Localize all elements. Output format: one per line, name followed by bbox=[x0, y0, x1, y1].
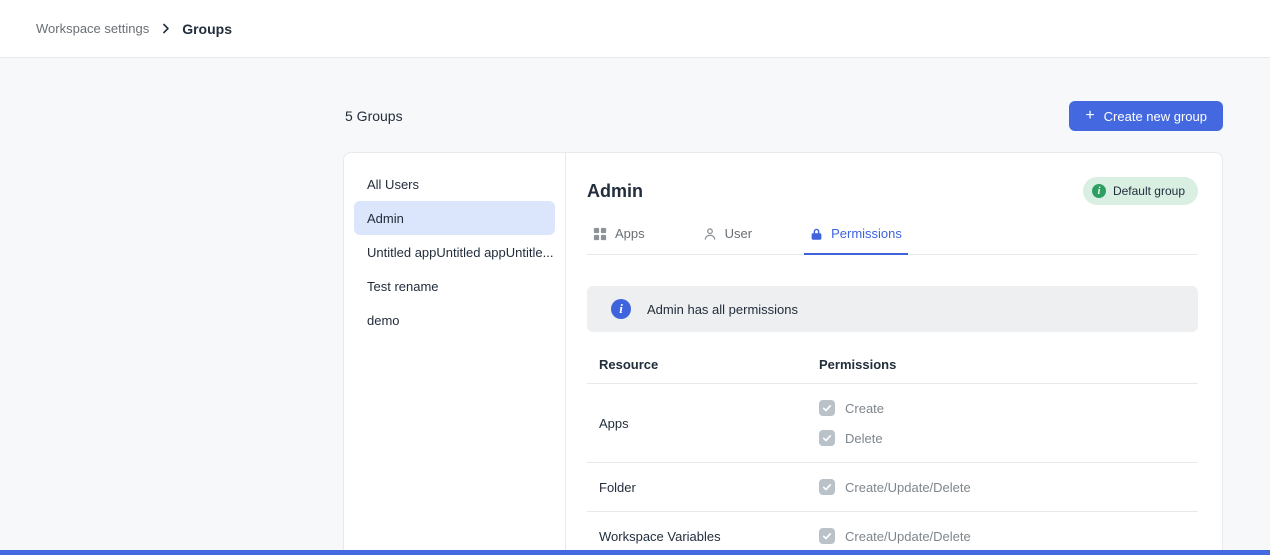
tab-permissions[interactable]: Permissions bbox=[804, 222, 908, 255]
permission-checkbox[interactable] bbox=[819, 479, 835, 495]
apps-grid-icon bbox=[593, 227, 607, 241]
group-detail-header: Admin i Default group bbox=[587, 177, 1198, 205]
create-new-group-button[interactable]: + Create new group bbox=[1069, 101, 1223, 131]
group-detail-tabs: Apps User Permissions bbox=[587, 222, 1198, 255]
permission-checkbox[interactable] bbox=[819, 528, 835, 544]
group-list-item[interactable]: Test rename bbox=[354, 269, 555, 303]
breadcrumb-workspace-settings[interactable]: Workspace settings bbox=[36, 21, 149, 36]
breadcrumb-current-groups: Groups bbox=[182, 21, 232, 37]
groups-count-label: 5 Groups bbox=[343, 108, 403, 124]
permission-label: Create bbox=[845, 401, 884, 416]
permission-checkbox[interactable] bbox=[819, 400, 835, 416]
bottom-accent-bar bbox=[0, 550, 1270, 555]
permission-checkbox[interactable] bbox=[819, 430, 835, 446]
info-circle-icon: i bbox=[1092, 184, 1106, 198]
table-row: Apps Create Delete bbox=[587, 384, 1198, 463]
groups-page: 5 Groups + Create new group All UsersAdm… bbox=[343, 101, 1223, 555]
info-circle-icon: i bbox=[611, 299, 631, 319]
group-list-item[interactable]: demo bbox=[354, 303, 555, 337]
column-header-permissions: Permissions bbox=[819, 357, 1186, 372]
permissions-info-banner: i Admin has all permissions bbox=[587, 286, 1198, 332]
permission-label: Delete bbox=[845, 431, 883, 446]
tab-label: Permissions bbox=[831, 226, 902, 241]
table-row: Folder Create/Update/Delete bbox=[587, 463, 1198, 512]
group-detail-panel: Admin i Default group Apps User Permission… bbox=[566, 153, 1222, 555]
permission-item: Create/Update/Delete bbox=[819, 528, 1186, 544]
chevron-right-icon bbox=[159, 22, 172, 35]
column-header-resource: Resource bbox=[599, 357, 819, 372]
permission-item: Delete bbox=[819, 430, 1186, 446]
permissions-table-body: Apps Create Delete Folder Create/Update/Dele… bbox=[587, 384, 1198, 555]
permission-label: Create/Update/Delete bbox=[845, 480, 971, 495]
resource-name: Workspace Variables bbox=[599, 529, 819, 544]
resource-name: Folder bbox=[599, 480, 819, 495]
tab-label: User bbox=[725, 226, 752, 241]
lock-icon bbox=[810, 227, 823, 241]
group-list-item[interactable]: Untitled appUntitled appUntitle... bbox=[354, 235, 555, 269]
top-header: Workspace settings Groups bbox=[0, 0, 1270, 58]
permission-item: Create/Update/Delete bbox=[819, 479, 1186, 495]
tab-user[interactable]: User bbox=[697, 222, 758, 255]
group-list-item[interactable]: Admin bbox=[354, 201, 555, 235]
plus-icon: + bbox=[1085, 108, 1094, 124]
user-icon bbox=[703, 227, 717, 241]
tab-label: Apps bbox=[615, 226, 645, 241]
permissions-table: Resource Permissions Apps Create Delete Fol… bbox=[587, 346, 1198, 555]
default-group-badge-label: Default group bbox=[1113, 184, 1185, 198]
permission-list: Create Delete bbox=[819, 400, 1186, 446]
resource-name: Apps bbox=[599, 416, 819, 431]
permission-item: Create bbox=[819, 400, 1186, 416]
group-list-item[interactable]: All Users bbox=[354, 167, 555, 201]
permission-label: Create/Update/Delete bbox=[845, 529, 971, 544]
table-row: Workspace Variables Create/Update/Delete bbox=[587, 512, 1198, 555]
group-title: Admin bbox=[587, 181, 643, 202]
permission-list: Create/Update/Delete bbox=[819, 479, 1186, 495]
default-group-badge: i Default group bbox=[1083, 177, 1198, 205]
group-list: All UsersAdminUntitled appUntitled appUn… bbox=[344, 153, 566, 555]
create-new-group-label: Create new group bbox=[1104, 109, 1207, 124]
tab-apps[interactable]: Apps bbox=[587, 222, 651, 255]
permissions-table-header: Resource Permissions bbox=[587, 346, 1198, 384]
permissions-info-text: Admin has all permissions bbox=[647, 302, 798, 317]
groups-card: All UsersAdminUntitled appUntitled appUn… bbox=[343, 152, 1223, 555]
groups-toolbar: 5 Groups + Create new group bbox=[343, 101, 1223, 131]
breadcrumb: Workspace settings Groups bbox=[36, 21, 232, 37]
permission-list: Create/Update/Delete bbox=[819, 528, 1186, 544]
